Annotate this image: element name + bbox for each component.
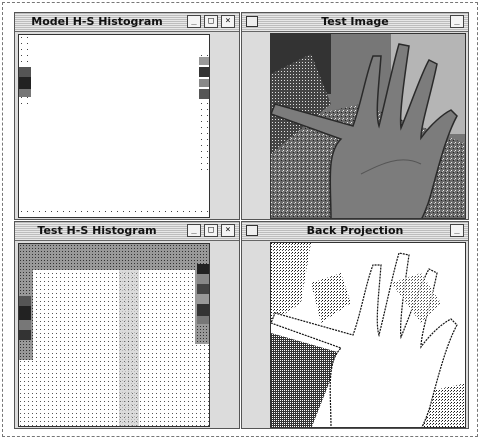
- window-menu-icon[interactable]: [246, 225, 258, 236]
- test-image-canvas: [270, 33, 466, 219]
- window-title: Test Image: [321, 15, 389, 28]
- test-image-window[interactable]: Test Image _: [241, 12, 469, 220]
- test-histogram-window[interactable]: Test H-S Histogram _ □ ×: [14, 221, 240, 429]
- test-histogram-titlebar[interactable]: Test H-S Histogram _ □ ×: [15, 222, 239, 241]
- minimize-button[interactable]: _: [450, 15, 464, 28]
- window-title: Test H-S Histogram: [37, 224, 157, 237]
- test-image-titlebar[interactable]: Test Image _: [242, 13, 468, 32]
- model-histogram-scroll-edge: [213, 34, 239, 218]
- window-menu-icon[interactable]: [246, 16, 258, 27]
- back-projection-image: [271, 243, 465, 427]
- close-button[interactable]: ×: [221, 224, 235, 237]
- hand-photo-image: [271, 34, 465, 218]
- back-projection-canvas: [270, 242, 466, 428]
- back-projection-titlebar[interactable]: Back Projection _: [242, 222, 468, 241]
- window-title: Model H-S Histogram: [31, 15, 163, 28]
- minimize-button[interactable]: _: [187, 15, 201, 28]
- back-projection-window[interactable]: Back Projection _: [241, 221, 469, 429]
- close-button[interactable]: ×: [221, 15, 235, 28]
- model-histogram-plot: [19, 35, 209, 217]
- maximize-button[interactable]: □: [204, 15, 218, 28]
- model-histogram-canvas: [18, 34, 210, 218]
- test-histogram-scroll-edge: [213, 243, 239, 427]
- test-histogram-canvas: [18, 243, 210, 427]
- model-histogram-window[interactable]: Model H-S Histogram _ □ ×: [14, 12, 240, 220]
- window-title: Back Projection: [306, 224, 404, 237]
- minimize-button[interactable]: _: [187, 224, 201, 237]
- model-histogram-titlebar[interactable]: Model H-S Histogram _ □ ×: [15, 13, 239, 32]
- maximize-button[interactable]: □: [204, 224, 218, 237]
- minimize-button[interactable]: _: [450, 224, 464, 237]
- test-histogram-plot: [19, 244, 209, 426]
